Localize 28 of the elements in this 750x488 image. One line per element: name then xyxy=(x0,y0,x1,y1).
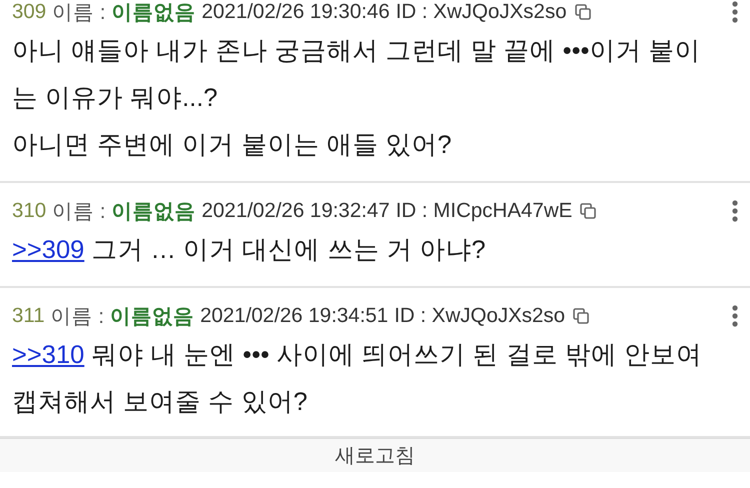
copy-icon[interactable] xyxy=(580,203,596,219)
more-icon[interactable] xyxy=(732,1,738,23)
post-text: >>309 그거 … 이거 대신에 쓰는 거 아냐? xyxy=(12,235,487,266)
more-icon[interactable] xyxy=(732,200,738,222)
reply-link[interactable]: >>309 xyxy=(12,236,84,264)
name-label: 이름 : xyxy=(50,304,104,330)
post-number: 310 xyxy=(12,199,46,223)
name-label: 이름 : xyxy=(52,199,106,225)
user-id: ID : MICpcHA47wE xyxy=(396,199,572,223)
author-name: 이름없음 xyxy=(110,304,194,330)
post-text: >>310 뭐야 내 눈엔 ••• 사이에 띄어쓰기 된 걸로 밖에 안보여 캡쳐해서 보여줄 수 있어? xyxy=(12,340,703,418)
post-text: 아니 얘들아 내가 존나 궁금해서 그런데 말 끝에 •••이거 붙이는 이유가 뭐야...? xyxy=(12,36,702,114)
post-number: 309 xyxy=(12,0,46,24)
post-date: 2021/02/26 19:32:47 xyxy=(202,199,390,223)
reply-link[interactable]: >>310 xyxy=(12,341,84,369)
post-date: 2021/02/26 19:34:51 xyxy=(200,304,388,328)
more-icon[interactable] xyxy=(732,305,738,327)
post-text: 아니면 주변에 이거 붙이는 애들 있어? xyxy=(12,130,453,161)
author-name: 이름없음 xyxy=(112,199,196,225)
user-id: ID : XwJQoJXs2so xyxy=(396,0,567,24)
user-id: ID : XwJQoJXs2so xyxy=(394,304,566,328)
copy-icon[interactable] xyxy=(573,308,590,324)
post-number: 311 xyxy=(12,304,45,328)
copy-icon[interactable] xyxy=(574,4,591,20)
refresh-button[interactable]: 새로고침 xyxy=(0,438,750,472)
post-date: 2021/02/26 19:30:46 xyxy=(202,0,390,24)
name-label: 이름 : xyxy=(52,0,106,26)
author-name: 이름없음 xyxy=(112,0,196,26)
